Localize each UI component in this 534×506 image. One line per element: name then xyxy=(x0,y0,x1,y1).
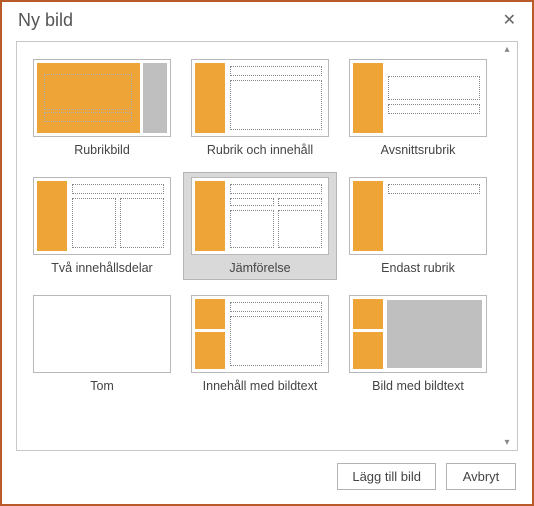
layout-item-tva-innehallsdelar[interactable]: Två innehållsdelar xyxy=(25,172,179,280)
layout-thumb xyxy=(349,177,487,255)
dialog-titlebar: Ny bild ✕ xyxy=(2,2,532,37)
layout-label: Endast rubrik xyxy=(381,261,455,275)
layout-item-bild-med-bildtext[interactable]: Bild med bildtext xyxy=(341,290,495,398)
layout-item-avsnittsrubrik[interactable]: Avsnittsrubrik xyxy=(341,54,495,162)
dialog-footer: Lägg till bild Avbryt xyxy=(2,459,532,504)
layout-item-innehall-med-bildtext[interactable]: Innehåll med bildtext xyxy=(183,290,337,398)
cancel-button[interactable]: Avbryt xyxy=(446,463,516,490)
layouts-grid: Rubrikbild Rubrik och innehåll Avsnittsr… xyxy=(25,54,509,398)
close-icon[interactable]: ✕ xyxy=(499,13,520,29)
layout-thumb xyxy=(191,295,329,373)
layout-thumb xyxy=(349,295,487,373)
scroll-down-icon[interactable]: ▾ xyxy=(499,437,515,448)
add-slide-button[interactable]: Lägg till bild xyxy=(337,463,436,490)
layout-thumb xyxy=(33,295,171,373)
layout-label: Rubrikbild xyxy=(74,143,130,157)
scroll-up-icon[interactable]: ▴ xyxy=(499,44,515,55)
layout-label: Rubrik och innehåll xyxy=(207,143,313,157)
layouts-panel: Rubrikbild Rubrik och innehåll Avsnittsr… xyxy=(16,41,518,451)
layout-item-rubrik-och-innehall[interactable]: Rubrik och innehåll xyxy=(183,54,337,162)
layout-label: Jämförelse xyxy=(229,261,290,275)
dialog-title: Ny bild xyxy=(18,10,73,31)
layout-thumb xyxy=(191,59,329,137)
layout-thumb xyxy=(33,177,171,255)
layout-label: Två innehållsdelar xyxy=(51,261,152,275)
layout-label: Avsnittsrubrik xyxy=(381,143,456,157)
layout-item-tom[interactable]: Tom xyxy=(25,290,179,398)
layout-label: Innehåll med bildtext xyxy=(203,379,318,393)
layout-thumb xyxy=(191,177,329,255)
layout-thumb xyxy=(33,59,171,137)
scrollbar[interactable]: ▴ ▾ xyxy=(499,44,515,448)
layout-item-rubrikbild[interactable]: Rubrikbild xyxy=(25,54,179,162)
layout-label: Bild med bildtext xyxy=(372,379,464,393)
layout-thumb xyxy=(349,59,487,137)
layout-label: Tom xyxy=(90,379,114,393)
layout-item-jamforelse[interactable]: Jämförelse xyxy=(183,172,337,280)
layout-item-endast-rubrik[interactable]: Endast rubrik xyxy=(341,172,495,280)
